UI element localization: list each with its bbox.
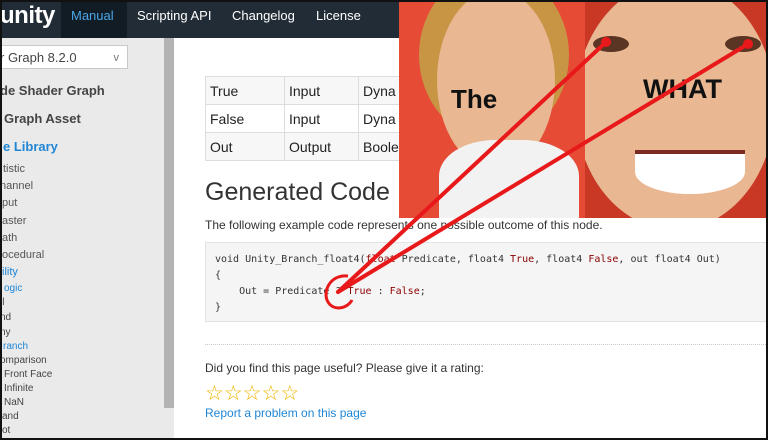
sidebar-item-shader-graph[interactable]: de Shader Graph <box>0 83 105 98</box>
star-icon[interactable]: ☆ <box>224 383 243 404</box>
sidebar-item-node-library[interactable]: e Library <box>3 139 58 154</box>
table-row: Out Output Boole <box>205 132 400 161</box>
sidebar-item-artistic[interactable]: tistic <box>3 163 25 175</box>
code-token: void <box>215 254 240 265</box>
code-token: Out = Predicate ? <box>215 286 348 297</box>
code-line-1: void Unity_Branch_float4(float Predicate… <box>215 254 721 265</box>
star-icon[interactable]: ☆ <box>205 383 224 404</box>
sidebar-item-master[interactable]: aster <box>2 215 26 227</box>
nav-changelog[interactable]: Changelog <box>232 0 295 38</box>
table-row: False Input Dyna <box>205 104 400 133</box>
meme-panel-left: The <box>399 0 586 218</box>
meme-caption-left: The <box>451 84 498 114</box>
star-rating: ☆☆☆☆☆ <box>205 383 299 405</box>
generated-code-intro: The following example code represents on… <box>205 218 603 232</box>
meme-panel-right: WHAT <box>585 0 768 218</box>
report-problem-link[interactable]: Report a problem on this page <box>205 406 366 420</box>
sidebar-item-input[interactable]: put <box>2 197 17 209</box>
sidebar-item-math[interactable]: ath <box>2 232 17 244</box>
sidebar-item-branch[interactable]: ranch <box>3 341 28 352</box>
unity-logo[interactable]: unity <box>0 2 55 30</box>
teeth-shape <box>635 150 745 194</box>
table-cell: True <box>205 76 285 105</box>
divider <box>205 344 768 345</box>
code-token: : <box>371 286 390 297</box>
sidebar-item-and[interactable]: nd <box>0 312 11 323</box>
table-row: True Input Dyna <box>205 76 400 105</box>
version-label: r Graph 8.2.0 <box>0 50 77 65</box>
table-cell: Out <box>205 132 285 161</box>
code-line-4: } <box>215 302 222 313</box>
sidebar-item-front-face[interactable]: Front Face <box>4 369 52 380</box>
ports-table: True Input Dyna False Input Dyna Out Out… <box>205 76 400 161</box>
sidebar-item-comparison[interactable]: omparison <box>0 355 47 366</box>
code-token: True <box>510 254 535 265</box>
table-cell: Input <box>284 76 359 105</box>
code-token: Predicate, float4 <box>395 254 511 265</box>
table-cell: Input <box>284 104 359 133</box>
code-token: float <box>365 254 396 265</box>
sidebar-scrollbar-thumb[interactable] <box>164 38 174 408</box>
code-token: Unity_Branch_float4( <box>239 254 366 265</box>
sidebar-item-not[interactable]: ot <box>2 425 10 436</box>
sidebar-item-procedural[interactable]: ocedural <box>2 249 44 261</box>
sidebar: r Graph 8.2.0 v de Shader Graph Graph As… <box>0 38 174 440</box>
meme-caption-right: WHAT <box>643 74 722 104</box>
sidebar-item-infinite[interactable]: Infinite <box>4 383 33 394</box>
sidebar-item-nan[interactable]: NaN <box>4 397 24 408</box>
table-cell: Output <box>284 132 359 161</box>
code-token: False <box>389 286 420 297</box>
nav-manual[interactable]: Manual <box>61 0 127 38</box>
table-cell: Dyna <box>358 104 400 133</box>
code-token: float4 Out) <box>648 254 721 265</box>
eye-right-shape <box>725 36 761 52</box>
chevron-down-icon: v <box>113 52 120 64</box>
table-cell: Boole <box>358 132 400 161</box>
code-line-3: Out = Predicate ? True : False; <box>215 286 426 297</box>
table-cell: Dyna <box>358 76 400 105</box>
eye-left-shape <box>593 36 629 52</box>
sidebar-item-utility[interactable]: ility <box>2 266 18 278</box>
code-token: True <box>347 286 372 297</box>
sidebar-item-any[interactable]: ny <box>0 327 11 338</box>
rating-question: Did you find this page useful? Please gi… <box>205 361 484 375</box>
code-token: , float4 <box>534 254 589 265</box>
code-token: , <box>618 254 631 265</box>
code-token: ; <box>419 286 426 297</box>
sidebar-item-channel[interactable]: nannel <box>0 180 33 192</box>
sidebar-item-all[interactable]: ll <box>0 297 4 308</box>
nav-scripting-api[interactable]: Scripting API <box>137 0 211 38</box>
version-select[interactable]: r Graph 8.2.0 v <box>0 45 128 69</box>
star-icon[interactable]: ☆ <box>243 383 262 404</box>
code-line-2: { <box>215 270 222 281</box>
table-cell: False <box>205 104 285 133</box>
star-icon[interactable]: ☆ <box>280 383 299 404</box>
code-block[interactable]: void Unity_Branch_float4(float Predicate… <box>205 242 768 322</box>
code-token: out <box>630 254 649 265</box>
generated-code-heading: Generated Code <box>205 178 390 206</box>
sidebar-item-nand[interactable]: and <box>2 411 19 422</box>
star-icon[interactable]: ☆ <box>261 383 280 404</box>
shirt-shape <box>439 140 579 218</box>
meme-overlay: The WHAT <box>399 0 768 218</box>
sidebar-item-logic[interactable]: ogic <box>4 283 22 294</box>
sidebar-item-graph-asset[interactable]: Graph Asset <box>4 111 81 126</box>
code-token: False <box>588 254 619 265</box>
nav-license[interactable]: License <box>316 0 361 38</box>
